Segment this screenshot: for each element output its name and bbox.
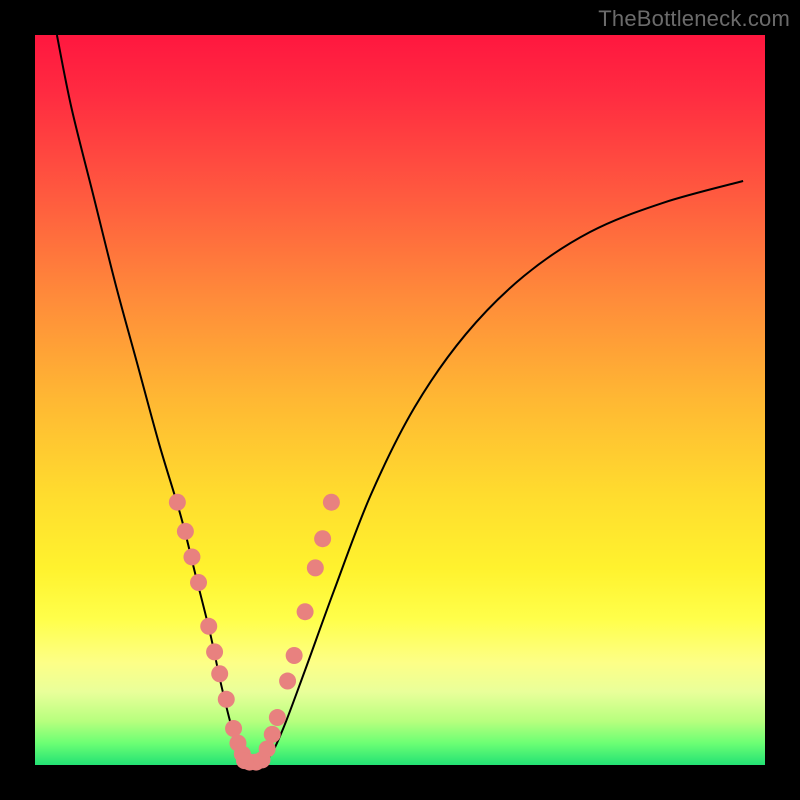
marker-dot [211, 665, 228, 682]
marker-dot [183, 548, 200, 565]
marker-dot [190, 574, 207, 591]
marker-dot [314, 530, 331, 547]
curve-path [57, 35, 743, 765]
bottleneck-curve [35, 35, 765, 765]
marker-dot [264, 726, 281, 743]
marker-dot [279, 673, 296, 690]
marker-dot [286, 647, 303, 664]
marker-dot [169, 494, 186, 511]
marker-dot [200, 618, 217, 635]
marker-dots [169, 494, 340, 771]
watermark-text: TheBottleneck.com [598, 6, 790, 32]
marker-dot [323, 494, 340, 511]
chart-frame: TheBottleneck.com [0, 0, 800, 800]
marker-dot [259, 740, 276, 757]
marker-dot [307, 559, 324, 576]
marker-dot [177, 523, 194, 540]
marker-dot [218, 691, 235, 708]
marker-dot [269, 709, 286, 726]
marker-dot [297, 603, 314, 620]
plot-area [35, 35, 765, 765]
marker-dot [225, 720, 242, 737]
marker-dot [206, 643, 223, 660]
